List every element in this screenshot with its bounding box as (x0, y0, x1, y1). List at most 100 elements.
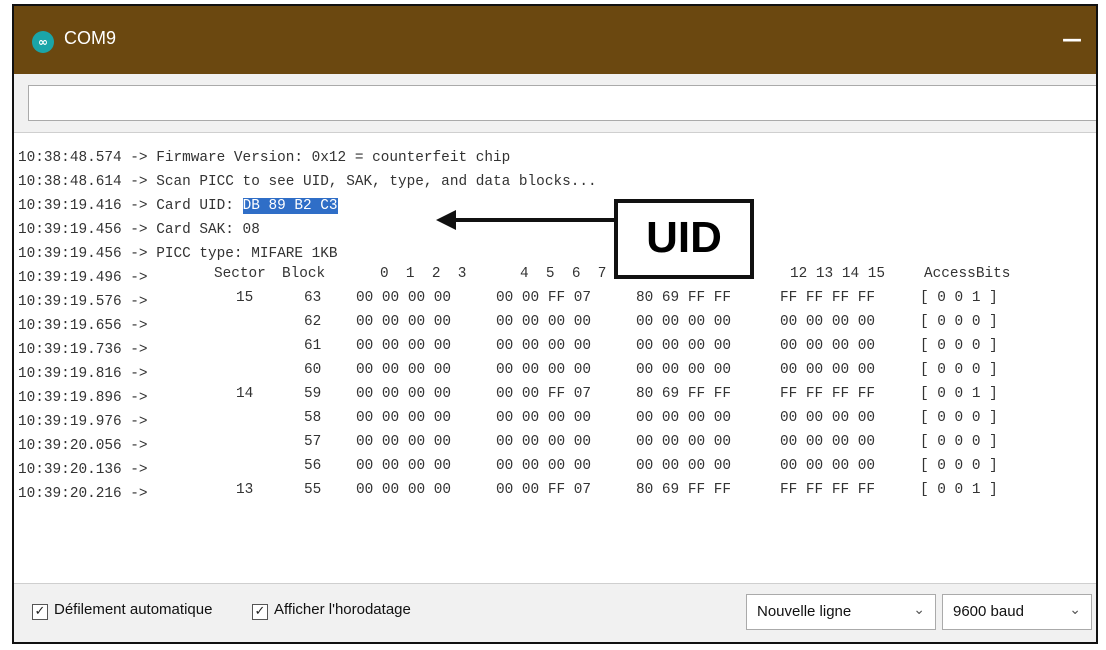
table-row: 10:39:19.976 -> (18, 414, 148, 430)
table-row: 10:39:19.656 -> (18, 318, 148, 334)
bytes-4-7-cell: 00 00 00 00 (496, 338, 591, 354)
header-bytes-4-7: 4 5 6 7 (520, 266, 607, 282)
bytes-8-11-cell: 00 00 00 00 (636, 338, 731, 354)
bytes-0-3-cell: 00 00 00 00 (356, 386, 451, 402)
access-bits-cell: [ 0 0 1 ] (920, 386, 998, 402)
bytes-8-11-cell: 80 69 FF FF (636, 386, 731, 402)
bytes-12-15-cell: FF FF FF FF (780, 386, 875, 402)
bytes-8-11-cell: 00 00 00 00 (636, 458, 731, 474)
bytes-4-7-cell: 00 00 00 00 (496, 458, 591, 474)
table-row: 10:39:20.136 -> (18, 462, 148, 478)
bytes-12-15-cell: 00 00 00 00 (780, 434, 875, 450)
timestamp-checkbox[interactable]: ✓ (252, 604, 268, 620)
bytes-12-15-cell: 00 00 00 00 (780, 362, 875, 378)
send-bar (14, 74, 1096, 133)
access-bits-cell: [ 0 0 0 ] (920, 314, 998, 330)
access-bits-cell: [ 0 0 0 ] (920, 458, 998, 474)
access-bits-cell: [ 0 0 0 ] (920, 338, 998, 354)
autoscroll-checkbox[interactable]: ✓ (32, 604, 48, 620)
annotation-arrow (454, 218, 616, 222)
access-bits-cell: [ 0 0 0 ] (920, 362, 998, 378)
block-cell: 61 (304, 338, 322, 354)
window-title: COM9 (64, 28, 117, 48)
access-bits-cell: [ 0 0 0 ] (920, 434, 998, 450)
header-bytes-0-3: 0 1 2 3 (380, 266, 467, 282)
log-line: 10:39:19.456 -> Card SAK: 08 (18, 222, 260, 238)
bytes-4-7-cell: 00 00 00 00 (496, 314, 591, 330)
table-row: 10:39:20.216 -> (18, 486, 148, 502)
block-cell: 57 (304, 434, 322, 450)
chevron-down-icon: ⌄ (913, 602, 925, 618)
arduino-infinity-icon: ∞ (32, 31, 54, 53)
timestamp-label: Afficher l'horodatage (274, 601, 411, 618)
bytes-12-15-cell: 00 00 00 00 (780, 458, 875, 474)
bytes-0-3-cell: 00 00 00 00 (356, 482, 451, 498)
bytes-4-7-cell: 00 00 FF 07 (496, 386, 591, 402)
bytes-8-11-cell: 80 69 FF FF (636, 290, 731, 306)
bytes-4-7-cell: 00 00 00 00 (496, 434, 591, 450)
header-block: Block (282, 266, 326, 282)
log-line: 10:38:48.574 -> Firmware Version: 0x12 =… (18, 150, 511, 166)
log-line-uid: 10:39:19.416 -> Card UID: DB 89 B2 C3 (18, 198, 338, 214)
sector-cell: 15 (236, 290, 254, 306)
bytes-0-3-cell: 00 00 00 00 (356, 434, 451, 450)
table-row: 10:39:20.056 -> (18, 438, 148, 454)
title-bar: ∞ COM9 — (14, 6, 1096, 74)
chevron-down-icon: ⌄ (1069, 602, 1081, 618)
serial-monitor-window: ∞ COM9 — 10:38:48.574 -> Firmware Versio… (12, 4, 1098, 644)
bytes-8-11-cell: 00 00 00 00 (636, 410, 731, 426)
bytes-8-11-cell: 00 00 00 00 (636, 362, 731, 378)
uid-value[interactable]: DB 89 B2 C3 (242, 198, 338, 214)
sector-cell: 13 (236, 482, 254, 498)
baud-rate-select[interactable]: 9600 baud ⌄ (942, 594, 1092, 630)
sector-cell: 14 (236, 386, 254, 402)
access-bits-cell: [ 0 0 1 ] (920, 290, 998, 306)
bytes-0-3-cell: 00 00 00 00 (356, 458, 451, 474)
bytes-12-15-cell: 00 00 00 00 (780, 410, 875, 426)
table-row: 10:39:19.736 -> (18, 342, 148, 358)
bytes-12-15-cell: 00 00 00 00 (780, 314, 875, 330)
log-line: 10:39:19.496 -> (18, 270, 148, 286)
block-cell: 62 (304, 314, 322, 330)
table-row: 10:39:19.896 -> (18, 390, 148, 406)
block-cell: 59 (304, 386, 322, 402)
log-line: 10:38:48.614 -> Scan PICC to see UID, SA… (18, 174, 597, 190)
bytes-0-3-cell: 00 00 00 00 (356, 314, 451, 330)
bytes-4-7-cell: 00 00 FF 07 (496, 482, 591, 498)
block-cell: 58 (304, 410, 322, 426)
bytes-4-7-cell: 00 00 00 00 (496, 362, 591, 378)
bytes-12-15-cell: FF FF FF FF (780, 482, 875, 498)
minimize-button[interactable]: — (1058, 24, 1086, 54)
block-cell: 63 (304, 290, 322, 306)
bytes-0-3-cell: 00 00 00 00 (356, 410, 451, 426)
baud-rate-value: 9600 baud (953, 603, 1024, 620)
uid-annotation-label: UID (614, 199, 754, 279)
bytes-8-11-cell: 80 69 FF FF (636, 482, 731, 498)
bytes-12-15-cell: FF FF FF FF (780, 290, 875, 306)
bytes-0-3-cell: 00 00 00 00 (356, 362, 451, 378)
block-cell: 56 (304, 458, 322, 474)
send-input[interactable] (28, 85, 1096, 121)
header-bytes-12-15: 12 13 14 15 (790, 266, 885, 282)
header-sector: Sector (214, 266, 266, 282)
access-bits-cell: [ 0 0 1 ] (920, 482, 998, 498)
bytes-0-3-cell: 00 00 00 00 (356, 290, 451, 306)
header-access-bits: AccessBits (924, 266, 1011, 282)
arrow-left-icon (436, 210, 456, 230)
autoscroll-label: Défilement automatique (54, 601, 213, 618)
table-row: 10:39:19.576 -> (18, 294, 148, 310)
block-cell: 60 (304, 362, 322, 378)
bytes-0-3-cell: 00 00 00 00 (356, 338, 451, 354)
bytes-4-7-cell: 00 00 00 00 (496, 410, 591, 426)
line-ending-value: Nouvelle ligne (757, 603, 852, 620)
bytes-8-11-cell: 00 00 00 00 (636, 314, 731, 330)
bytes-8-11-cell: 00 00 00 00 (636, 434, 731, 450)
bytes-4-7-cell: 00 00 FF 07 (496, 290, 591, 306)
status-bar: ✓ Défilement automatique ✓ Afficher l'ho… (14, 583, 1096, 642)
table-row: 10:39:19.816 -> (18, 366, 148, 382)
serial-output[interactable]: 10:38:48.574 -> Firmware Version: 0x12 =… (14, 133, 1096, 583)
log-line: 10:39:19.456 -> PICC type: MIFARE 1KB (18, 246, 338, 262)
access-bits-cell: [ 0 0 0 ] (920, 410, 998, 426)
line-ending-select[interactable]: Nouvelle ligne ⌄ (746, 594, 936, 630)
block-cell: 55 (304, 482, 322, 498)
